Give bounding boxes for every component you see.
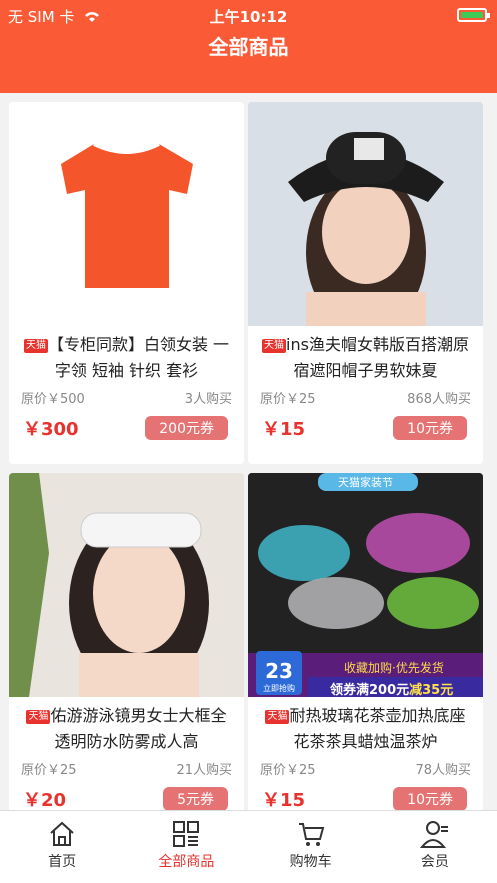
tmall-badge: 天猫	[265, 710, 290, 724]
price: ￥300	[23, 419, 79, 440]
product-card[interactable]: 天猫 ins渔夫帽女韩版百搭潮原宿遮阳帽子男软妹夏 原价￥25 868人购买 ￥15…	[248, 102, 483, 464]
price: ￥20	[23, 790, 67, 810]
original-price: 原价￥25	[260, 392, 316, 407]
original-price: 原价￥500	[21, 392, 85, 407]
original-price: 原价￥25	[21, 763, 77, 778]
promo-date: 23	[265, 659, 293, 683]
status-bar: 无 SIM 卡 上午10:12	[0, 4, 497, 26]
tmall-badge: 天猫	[26, 710, 51, 724]
coupon-button[interactable]: 10元券	[393, 787, 467, 810]
buyer-count: 3人购买	[184, 392, 232, 407]
buyer-count: 868人购买	[407, 392, 471, 407]
product-name: 天猫 佑游游泳镜男女士大框全透明防水防雾成人高	[26, 706, 227, 751]
home-icon	[47, 819, 77, 849]
coupon-button[interactable]: 200元券	[145, 416, 228, 440]
product-card[interactable]: 天猫 【专柜同款】白领女装 一字领 短袖 针织 套衫 原价￥500 3人购买 ￥30…	[9, 102, 244, 464]
promo-top-label: 天猫家装节	[338, 476, 393, 489]
clock: 上午10:12	[209, 8, 288, 26]
product-name: 天猫 【专柜同款】白领女装 一字领 短袖 针织 套衫	[23, 335, 230, 380]
promo-date-sub: 立即抢购	[263, 684, 295, 693]
product-image	[9, 473, 244, 697]
promo-line1: 收藏加购·优先发货	[344, 661, 444, 675]
tab-cart[interactable]: 购物车	[249, 811, 373, 883]
product-image	[248, 102, 483, 326]
tmall-badge: 天猫	[23, 339, 48, 353]
product-image: 天猫家装节 23 立即抢购 收藏加购·优先发货 领券满200元减35元	[248, 473, 483, 697]
bucket-hat-girl-image	[248, 102, 483, 326]
tab-bar: 首页 全部商品 购物车 会员	[0, 810, 497, 883]
product-card[interactable]: 天猫 佑游游泳镜男女士大框全透明防水防雾成人高 原价￥25 21人购买 ￥20 5元券	[9, 473, 244, 810]
cart-icon	[296, 819, 326, 849]
grid-icon	[171, 819, 201, 849]
tab-home[interactable]: 首页	[0, 811, 124, 883]
tab-member[interactable]: 会员	[373, 811, 497, 883]
orange-tshirt-image	[61, 142, 193, 288]
coupon-button[interactable]: 5元券	[163, 787, 228, 810]
buyer-count: 21人购买	[176, 763, 232, 778]
product-image	[9, 102, 244, 326]
product-name: 天猫 ins渔夫帽女韩版百搭潮原宿遮阳帽子男软妹夏	[262, 335, 469, 380]
tmall-badge: 天猫	[262, 339, 287, 353]
buyer-count: 78人购买	[415, 763, 471, 778]
battery-icon	[457, 8, 490, 22]
product-grid[interactable]: 天猫 【专柜同款】白领女装 一字领 短袖 针织 套衫 原价￥500 3人购买 ￥30…	[0, 102, 497, 810]
original-price: 原价￥25	[260, 763, 316, 778]
page-title: 全部商品	[208, 35, 289, 59]
product-card[interactable]: 天猫家装节 23 立即抢购 收藏加购·优先发货 领券满200元减35元 天猫 耐热…	[248, 473, 483, 810]
tab-all-products[interactable]: 全部商品	[124, 811, 248, 883]
product-name: 天猫 耐热玻璃花茶壶加热底座 花茶茶具蜡烛温茶炉	[265, 706, 466, 751]
swim-goggles-girl-image	[9, 473, 244, 697]
header: 无 SIM 卡 上午10:12 全部商品	[0, 0, 497, 93]
price: ￥15	[262, 790, 306, 810]
coupon-button[interactable]: 10元券	[393, 416, 467, 440]
price: ￥15	[262, 419, 306, 440]
promo-line2: 领券满200元减35元	[330, 683, 454, 697]
user-icon	[419, 819, 450, 849]
